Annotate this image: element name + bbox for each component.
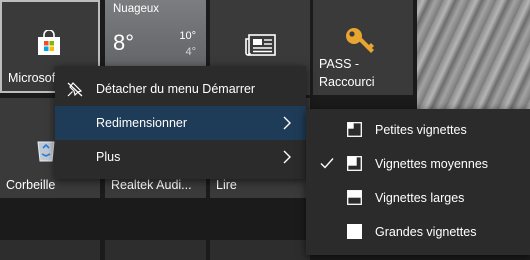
menu-item-label: Redimensionner	[96, 116, 188, 130]
store-bag-icon	[38, 30, 60, 55]
weather-temperature: 8°	[113, 30, 135, 55]
weather-condition: Nuageux	[113, 3, 160, 15]
chevron-right-icon	[283, 116, 291, 130]
resize-submenu: Petites vignettes Vignettes moyennes Vig…	[306, 109, 530, 255]
submenu-item-label: Vignettes larges	[375, 191, 465, 205]
submenu-item-label: Grandes vignettes	[375, 225, 477, 239]
recycle-bin-icon	[37, 141, 55, 162]
submenu-item-large-tiles[interactable]: Grandes vignettes	[306, 215, 530, 249]
tile-pass-shortcut[interactable]: PASS - Raccourci	[313, 0, 413, 95]
news-icon	[245, 34, 276, 56]
tile-label: Corbeille	[6, 178, 56, 192]
tile[interactable]	[0, 240, 100, 260]
submenu-item-label: Petites vignettes	[375, 123, 467, 137]
weather-high: 10°	[179, 30, 196, 42]
menu-item-label: Plus	[96, 150, 121, 164]
submenu-item-small-tiles[interactable]: Petites vignettes	[306, 113, 530, 147]
menu-item-resize[interactable]: Redimensionner	[55, 106, 306, 140]
menu-item-unpin[interactable]: Détacher du menu Démarrer	[55, 72, 306, 106]
tile[interactable]	[210, 240, 310, 260]
tile[interactable]	[105, 240, 206, 260]
checkmark-icon	[320, 158, 334, 169]
submenu-item-wide-tiles[interactable]: Vignettes larges	[306, 181, 530, 215]
small-tile-size-icon	[347, 122, 362, 137]
tile-label: Lire	[216, 178, 237, 192]
chevron-right-icon	[283, 150, 291, 164]
context-menu: Détacher du menu Démarrer Redimensionner…	[55, 66, 306, 179]
wide-tile-size-icon	[347, 190, 362, 205]
menu-item-more[interactable]: Plus	[55, 140, 306, 174]
key-icon	[346, 28, 374, 53]
submenu-item-medium-tiles[interactable]: Vignettes moyennes	[306, 147, 530, 181]
submenu-item-label: Vignettes moyennes	[375, 157, 489, 171]
unpin-icon	[67, 82, 83, 97]
menu-item-label: Détacher du menu Démarrer	[96, 82, 256, 96]
weather-low: 4°	[185, 46, 196, 58]
tile-label: PASS -	[319, 57, 360, 71]
medium-tile-size-icon	[347, 156, 362, 171]
tile-label-line2: Raccourci	[319, 75, 375, 89]
tile-label: Realtek Audi...	[111, 178, 192, 192]
large-tile-size-icon	[347, 224, 362, 239]
